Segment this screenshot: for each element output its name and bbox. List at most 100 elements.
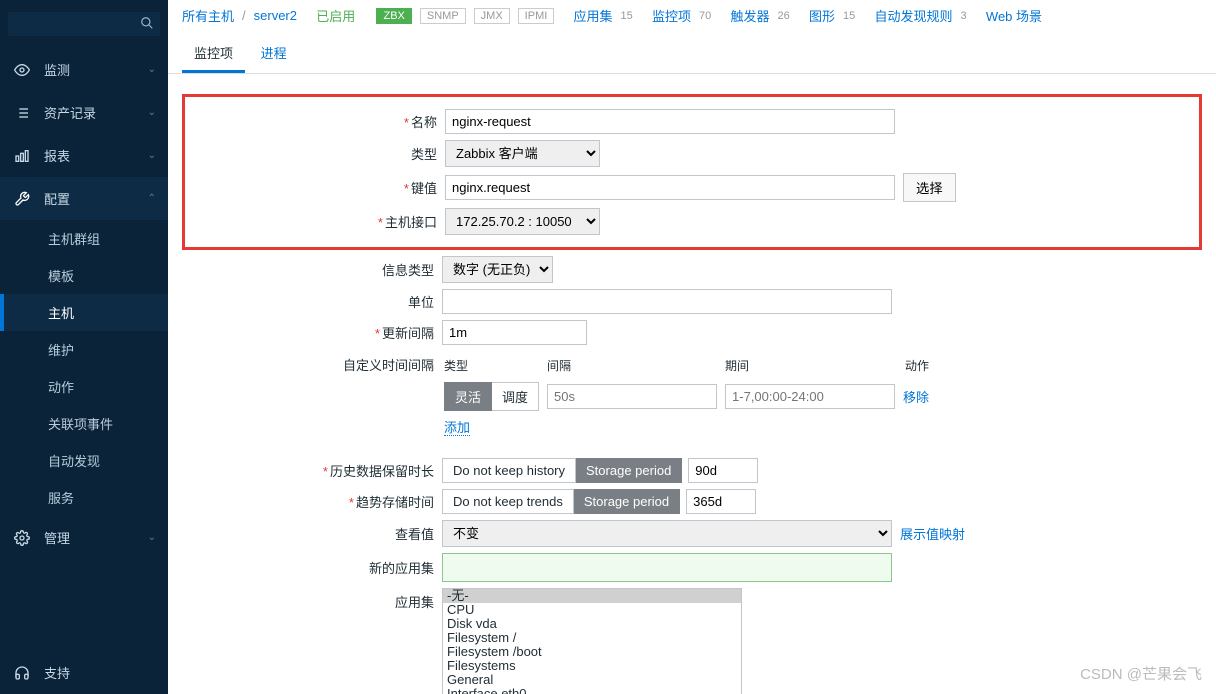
highlight-box: *名称 类型 Zabbix 客户端 *键值 选择 *主机接口 172.25.70… [182, 94, 1202, 250]
ci-flex-button[interactable]: 灵活 [444, 382, 492, 411]
link-triggers[interactable]: 触发器 [731, 6, 770, 25]
chevron-up-icon: ⌃ [148, 193, 156, 204]
nav-admin[interactable]: 管理 ⌄ [0, 516, 168, 559]
app-option[interactable]: Filesystem /boot [443, 645, 741, 659]
app-option[interactable]: Filesystem / [443, 631, 741, 645]
ci-th-period: 期间 [725, 353, 901, 378]
label-key: 键值 [411, 181, 437, 196]
apps-listbox[interactable]: -无-CPUDisk vdaFilesystem /Filesystem /bo… [442, 588, 742, 694]
update-input[interactable] [442, 320, 587, 345]
ci-th-action: 动作 [903, 353, 935, 378]
sub-correlation[interactable]: 关联项事件 [0, 405, 168, 442]
show-map-link[interactable]: 展示值映射 [900, 524, 965, 543]
nav-label: 管理 [44, 528, 70, 547]
tab-process[interactable]: 进程 [249, 35, 299, 73]
sub-maintenance[interactable]: 维护 [0, 331, 168, 368]
link-graphs[interactable]: 图形 [809, 6, 835, 25]
count-apps: 15 [621, 10, 633, 22]
search-icon[interactable] [140, 16, 154, 30]
nav-inventory[interactable]: 资产记录 ⌄ [0, 91, 168, 134]
nav-label: 资产记录 [44, 103, 96, 122]
link-apps[interactable]: 应用集 [574, 6, 613, 25]
ci-type-segment: 灵活 调度 [444, 382, 539, 411]
list-icon [14, 105, 32, 121]
chevron-down-icon: ⌄ [148, 150, 156, 161]
tab-item[interactable]: 监控项 [182, 35, 245, 73]
tag-jmx: JMX [474, 8, 510, 24]
crumb-all-hosts[interactable]: 所有主机 [182, 6, 234, 25]
label-custom-interval: 自定义时间间隔 [343, 358, 434, 373]
headphones-icon [14, 665, 32, 681]
chevron-down-icon: ⌄ [148, 107, 156, 118]
nav-monitor[interactable]: 监测 ⌄ [0, 48, 168, 91]
show-select[interactable]: 不变 [442, 520, 892, 547]
sub-host[interactable]: 主机 [0, 294, 168, 331]
name-input[interactable] [445, 109, 895, 134]
label-type: 类型 [411, 147, 437, 162]
label-history: 历史数据保留时长 [330, 464, 434, 479]
app-option[interactable]: CPU [443, 603, 741, 617]
tabs: 监控项 进程 [168, 35, 1216, 74]
chevron-down-icon: ⌄ [148, 64, 156, 75]
ci-th-type: 类型 [444, 353, 545, 378]
app-option[interactable]: -无- [443, 589, 741, 603]
ci-interval-input[interactable] [547, 384, 717, 409]
unit-input[interactable] [442, 289, 892, 314]
trend-value-input[interactable] [686, 489, 756, 514]
type-select[interactable]: Zabbix 客户端 [445, 140, 600, 167]
nav-label: 配置 [44, 189, 70, 208]
label-newapp: 新的应用集 [369, 561, 434, 576]
breadcrumb: 所有主机 / server2 已启用 ZBX SNMP JMX IPMI 应用集… [168, 0, 1216, 25]
search-input[interactable] [8, 12, 160, 36]
label-trend: 趋势存储时间 [356, 495, 434, 510]
ci-add-link[interactable]: 添加 [444, 420, 470, 436]
sidebar: 监测 ⌄ 资产记录 ⌄ 报表 ⌄ 配置 ⌃ 主机群组 模板 主机 维护 动作 关… [0, 0, 168, 694]
count-discovery: 3 [961, 10, 967, 22]
link-items[interactable]: 监控项 [652, 6, 691, 25]
app-option[interactable]: Interface eth0 [443, 687, 741, 694]
info-select[interactable]: 数字 (无正负) [442, 256, 553, 283]
label-interface: 主机接口 [385, 215, 437, 230]
item-form: *名称 类型 Zabbix 客户端 *键值 选择 *主机接口 172.25.70… [168, 74, 1216, 694]
trend-store-button[interactable]: Storage period [574, 489, 680, 514]
ci-remove-link[interactable]: 移除 [903, 390, 929, 405]
hist-store-button[interactable]: Storage period [576, 458, 682, 483]
sub-hostgroup[interactable]: 主机群组 [0, 220, 168, 257]
link-web[interactable]: Web 场景 [986, 6, 1042, 25]
app-option[interactable]: General [443, 673, 741, 687]
link-discovery[interactable]: 自动发现规则 [875, 6, 953, 25]
newapp-input[interactable] [442, 553, 892, 582]
sub-action[interactable]: 动作 [0, 368, 168, 405]
interface-select[interactable]: 172.25.70.2 : 10050 [445, 208, 600, 235]
status-enabled: 已启用 [316, 6, 355, 25]
history-segment: Do not keep history Storage period [442, 458, 682, 483]
sub-service[interactable]: 服务 [0, 479, 168, 516]
nav-label: 报表 [44, 146, 70, 165]
sub-template[interactable]: 模板 [0, 257, 168, 294]
count-graphs: 15 [843, 10, 855, 22]
nav-reports[interactable]: 报表 ⌄ [0, 134, 168, 177]
key-input[interactable] [445, 175, 895, 200]
ci-th-interval: 间隔 [547, 353, 723, 378]
hist-value-input[interactable] [688, 458, 758, 483]
main-content: 所有主机 / server2 已启用 ZBX SNMP JMX IPMI 应用集… [168, 0, 1216, 694]
nav-label: 支持 [44, 663, 70, 682]
hist-nokeep-button[interactable]: Do not keep history [442, 458, 576, 483]
chart-icon [14, 148, 32, 164]
sub-discovery[interactable]: 自动发现 [0, 442, 168, 479]
label-update: 更新间隔 [382, 326, 434, 341]
app-option[interactable]: Disk vda [443, 617, 741, 631]
key-select-button[interactable]: 选择 [903, 173, 956, 202]
gear-icon [14, 530, 32, 546]
app-option[interactable]: Filesystems [443, 659, 741, 673]
ci-period-input[interactable] [725, 384, 895, 409]
trend-nokeep-button[interactable]: Do not keep trends [442, 489, 574, 514]
count-triggers: 26 [778, 10, 790, 22]
label-info: 信息类型 [382, 263, 434, 278]
label-unit: 单位 [408, 295, 434, 310]
eye-icon [14, 62, 32, 78]
ci-sched-button[interactable]: 调度 [492, 382, 539, 411]
nav-support[interactable]: 支持 [0, 651, 168, 694]
crumb-host[interactable]: server2 [254, 8, 297, 23]
nav-config[interactable]: 配置 ⌃ [0, 177, 168, 220]
